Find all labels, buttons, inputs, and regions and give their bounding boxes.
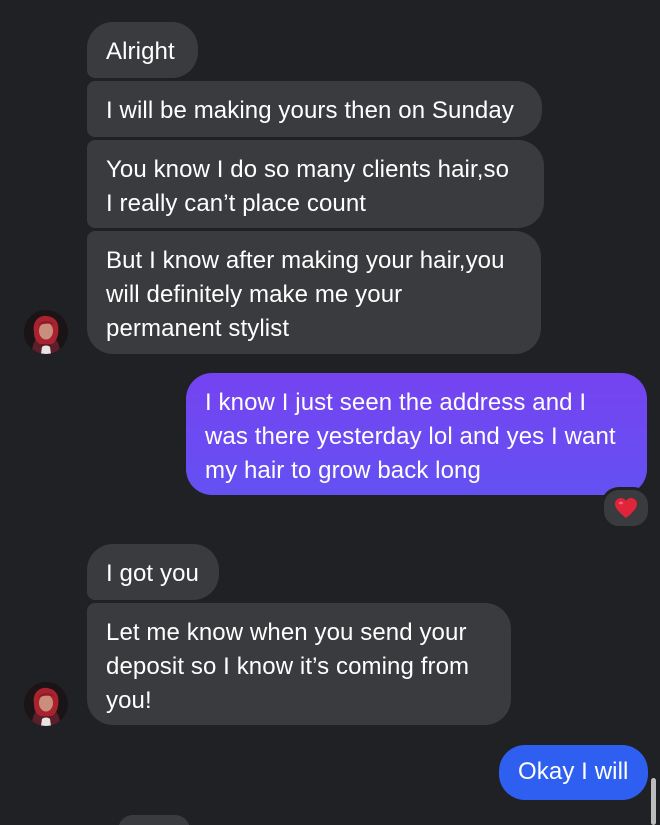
heart-reaction[interactable] xyxy=(601,487,651,529)
incoming-message-bubble[interactable]: Let me know when you send your deposit s… xyxy=(87,603,511,725)
incoming-message-bubble[interactable]: I will be making yours then on Sunday xyxy=(87,81,542,137)
outgoing-message-bubble[interactable]: I know I just seen the address and I was… xyxy=(186,373,647,495)
incoming-message-bubble[interactable]: Alright xyxy=(87,22,198,78)
outgoing-message-bubble[interactable]: Okay I will xyxy=(499,745,648,800)
message-thread[interactable]: Alright I will be making yours then on S… xyxy=(0,0,660,825)
incoming-message-bubble[interactable]: But I know after making your hair,you wi… xyxy=(87,231,541,354)
contact-avatar[interactable] xyxy=(24,310,68,354)
incoming-message-bubble[interactable]: I got you xyxy=(87,544,219,600)
contact-avatar[interactable] xyxy=(24,682,68,726)
contact-avatar-image xyxy=(24,310,68,354)
contact-avatar-image xyxy=(24,682,68,726)
scrollbar-thumb[interactable] xyxy=(651,778,656,825)
heart-icon xyxy=(615,498,637,518)
incoming-message-bubble[interactable]: You know I do so many clients hair,so I … xyxy=(87,140,544,228)
incoming-message-bubble-partial[interactable] xyxy=(118,815,190,825)
